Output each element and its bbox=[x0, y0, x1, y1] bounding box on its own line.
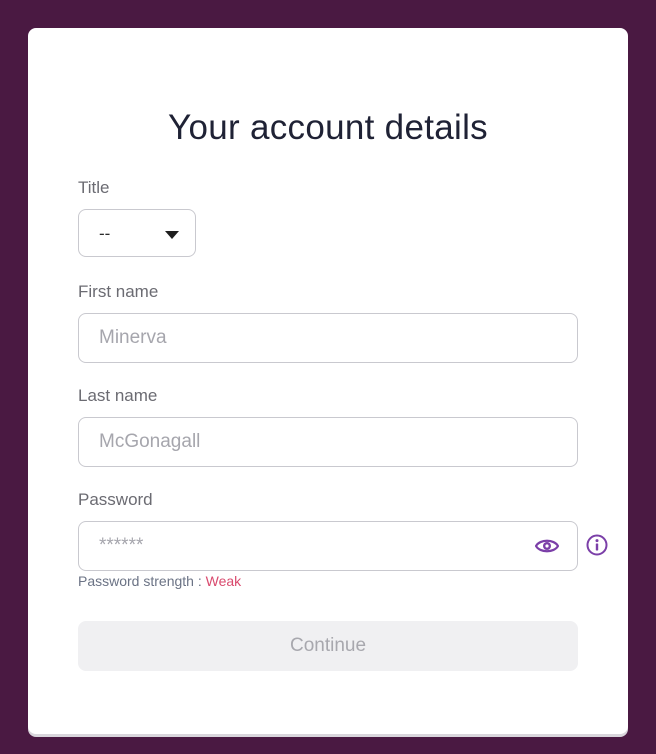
page-title: Your account details bbox=[168, 108, 488, 147]
info-icon[interactable] bbox=[586, 534, 608, 556]
title-select[interactable]: -- bbox=[78, 209, 196, 257]
eye-icon[interactable] bbox=[535, 537, 559, 555]
first-name-field-wrapper bbox=[78, 313, 578, 363]
password-field-wrapper bbox=[78, 521, 578, 571]
password-strength-value: Weak bbox=[205, 573, 242, 589]
password-label: Password bbox=[78, 490, 153, 509]
first-name-input[interactable] bbox=[79, 314, 577, 362]
account-details-card: Your account details Title -- First name… bbox=[28, 28, 628, 734]
title-label: Title bbox=[78, 178, 110, 197]
continue-button[interactable]: Continue bbox=[78, 621, 578, 671]
last-name-field-wrapper bbox=[78, 417, 578, 467]
last-name-label: Last name bbox=[78, 386, 158, 405]
password-input[interactable] bbox=[79, 522, 577, 570]
title-select-value: -- bbox=[99, 224, 111, 243]
password-strength-label: Password strength : bbox=[78, 573, 206, 589]
password-strength: Password strength : Weak bbox=[78, 573, 241, 589]
caret-down-icon bbox=[165, 231, 179, 239]
first-name-label: First name bbox=[78, 282, 159, 301]
last-name-input[interactable] bbox=[79, 418, 577, 466]
